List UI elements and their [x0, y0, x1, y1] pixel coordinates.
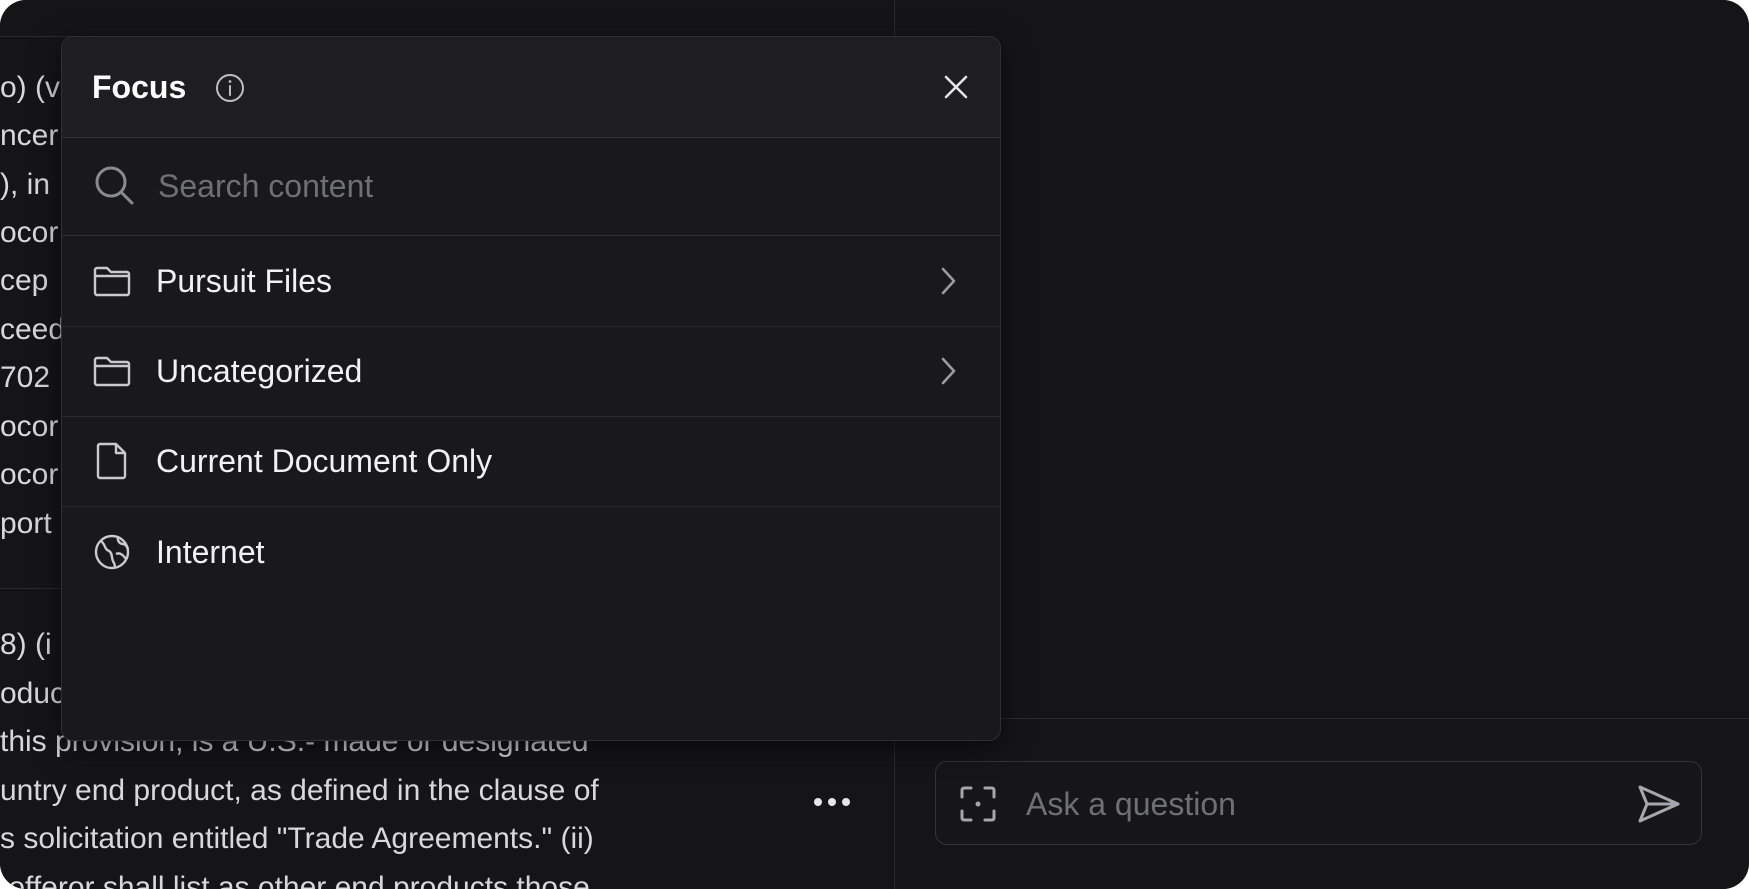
document-line: oduc	[0, 677, 66, 710]
app-window: o) (v ncer ), in ocor cep ceed 702 ocor …	[0, 0, 1749, 889]
globe-icon	[94, 534, 130, 570]
focus-item-label: Uncategorized	[156, 353, 363, 389]
document-line: ocor	[0, 216, 59, 249]
document-icon	[96, 442, 127, 480]
focus-popup: Focus Pursuit Files	[61, 36, 1001, 741]
focus-item-label: Current Document Only	[156, 443, 493, 479]
focus-item-pursuit-files[interactable]: Pursuit Files	[62, 237, 1000, 327]
ask-question-input[interactable]	[1024, 780, 1628, 828]
popup-title: Focus	[92, 69, 187, 105]
document-line: offeror shall list as other end products…	[0, 871, 590, 889]
focus-item-current-document[interactable]: Current Document Only	[62, 417, 1000, 507]
folder-icon	[93, 356, 131, 387]
document-line: ceed	[0, 313, 66, 346]
info-icon[interactable]	[214, 72, 246, 104]
document-line: ncer	[0, 119, 59, 152]
document-line: ocor	[0, 410, 59, 443]
more-options-icon[interactable]	[814, 798, 850, 806]
chevron-right-icon	[941, 267, 956, 295]
document-line: s solicitation entitled "Trade Agreement…	[0, 822, 594, 855]
popup-header: Focus	[62, 37, 1000, 138]
close-icon[interactable]	[940, 71, 972, 103]
send-icon[interactable]	[1636, 782, 1682, 826]
document-toolbar	[0, 0, 894, 37]
search-icon	[95, 166, 134, 205]
folder-icon	[93, 266, 131, 297]
document-line: o) (v	[0, 71, 60, 104]
ask-question-box	[935, 761, 1702, 845]
document-line: cep	[0, 264, 49, 297]
document-line: 8) (i	[0, 628, 52, 661]
document-line: untry end product, as defined in the cla…	[0, 774, 599, 807]
document-line: port	[0, 507, 52, 540]
focus-scan-icon[interactable]	[958, 784, 998, 824]
document-line: 702	[0, 361, 51, 394]
chevron-right-icon	[941, 357, 956, 385]
chat-divider	[895, 718, 1749, 719]
document-line: ), in	[0, 168, 51, 201]
focus-item-label: Pursuit Files	[156, 263, 333, 299]
chat-pane	[895, 0, 1749, 889]
focus-item-uncategorized[interactable]: Uncategorized	[62, 327, 1000, 417]
focus-item-internet[interactable]: Internet	[62, 508, 1000, 597]
search-input[interactable]	[156, 161, 920, 211]
focus-item-label: Internet	[156, 534, 265, 570]
document-line: ocor	[0, 458, 59, 491]
search-bar	[62, 137, 1000, 236]
